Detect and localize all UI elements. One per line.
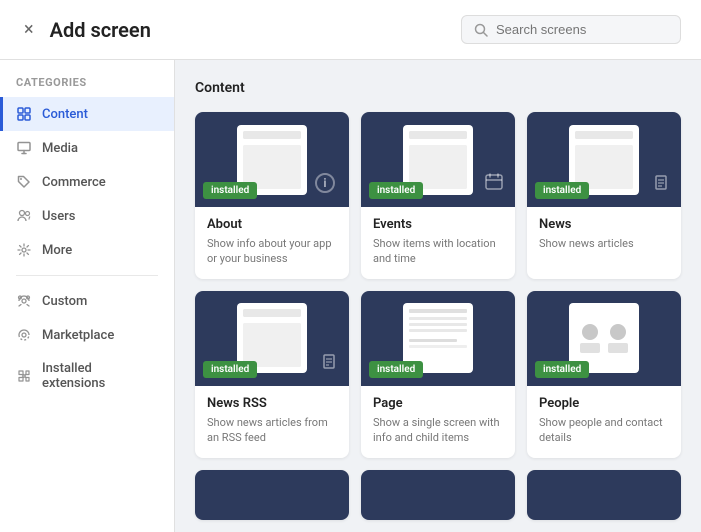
card-about[interactable]: i Installed About Show info about your a…: [195, 112, 349, 279]
card-news-rss-desc: Show news articles from an RSS feed: [207, 415, 337, 446]
sidebar-item-media-label: Media: [42, 141, 78, 156]
sidebar-item-more[interactable]: More: [0, 233, 174, 267]
sidebar-item-content-label: Content: [42, 107, 88, 122]
events-installed-badge: Installed: [369, 182, 423, 199]
users-icon: [16, 208, 32, 224]
card-people[interactable]: Installed People Show people and contact…: [527, 291, 681, 458]
sidebar-item-content[interactable]: Content: [0, 97, 174, 131]
marketplace-icon: [16, 327, 32, 343]
card-events-desc: Show items with location and time: [373, 236, 503, 267]
card-partial-1-preview: [195, 470, 349, 520]
sidebar-item-more-label: More: [42, 243, 72, 258]
news-doc-icon: [653, 175, 669, 195]
monitor-icon: [16, 140, 32, 156]
page-title: Add screen: [50, 18, 449, 42]
layout: Categories Content M: [0, 60, 701, 532]
sidebar-divider: [16, 275, 158, 276]
tag-icon: [16, 174, 32, 190]
card-news-body: News Show news articles: [527, 207, 681, 263]
events-calendar-icon: [485, 173, 503, 195]
sidebar-section-title: Categories: [0, 76, 174, 97]
close-button[interactable]: ×: [20, 17, 38, 43]
card-about-desc: Show info about your app or your busines…: [207, 236, 337, 267]
grid-icon: [16, 106, 32, 122]
card-people-preview: Installed: [527, 291, 681, 386]
search-wrapper: [461, 15, 681, 44]
cards-grid-row3-partial: [195, 470, 681, 520]
card-page-desc: Show a single screen with info and child…: [373, 415, 503, 446]
card-news-rss-title: News RSS: [207, 396, 337, 411]
card-news-rss[interactable]: Installed News RSS Show news articles fr…: [195, 291, 349, 458]
card-news-rss-preview: Installed: [195, 291, 349, 386]
sidebar-item-users[interactable]: Users: [0, 199, 174, 233]
sidebar-item-installed-extensions-label: Installed extensions: [42, 361, 158, 391]
sidebar-item-commerce[interactable]: Commerce: [0, 165, 174, 199]
news-rss-installed-badge: Installed: [203, 361, 257, 378]
card-events-body: Events Show items with location and time: [361, 207, 515, 279]
news-installed-badge: Installed: [535, 182, 589, 199]
card-about-preview: i Installed: [195, 112, 349, 207]
card-page-title: Page: [373, 396, 503, 411]
card-people-title: People: [539, 396, 669, 411]
sidebar-item-users-label: Users: [42, 209, 75, 224]
sidebar-item-installed-extensions[interactable]: Installed extensions: [0, 352, 174, 400]
main-content: Content i Installed About Show info: [175, 60, 701, 532]
header: × Add screen: [0, 0, 701, 60]
sidebar-item-custom-label: Custom: [42, 294, 87, 309]
custom-icon: [16, 293, 32, 309]
sidebar: Categories Content M: [0, 60, 175, 532]
card-about-title: About: [207, 217, 337, 232]
card-news-desc: Show news articles: [539, 236, 669, 251]
people-installed-badge: Installed: [535, 361, 589, 378]
sidebar-item-commerce-label: Commerce: [42, 175, 106, 190]
search-input[interactable]: [496, 22, 668, 37]
card-news-preview: Installed: [527, 112, 681, 207]
about-info-icon: i: [315, 173, 335, 193]
about-installed-badge: Installed: [203, 182, 257, 199]
sidebar-item-media[interactable]: Media: [0, 131, 174, 165]
cards-grid-row2: Installed News RSS Show news articles fr…: [195, 291, 681, 458]
news-rss-doc-icon: [321, 354, 337, 374]
sidebar-item-marketplace[interactable]: Marketplace: [0, 318, 174, 352]
card-people-body: People Show people and contact details: [527, 386, 681, 458]
card-page-preview: Installed: [361, 291, 515, 386]
card-people-desc: Show people and contact details: [539, 415, 669, 446]
card-events[interactable]: Installed Events Show items with locatio…: [361, 112, 515, 279]
gear-icon: [16, 242, 32, 258]
card-events-preview: Installed: [361, 112, 515, 207]
card-about-body: About Show info about your app or your b…: [195, 207, 349, 279]
card-partial-3[interactable]: [527, 470, 681, 520]
card-partial-2[interactable]: [361, 470, 515, 520]
card-partial-1[interactable]: [195, 470, 349, 520]
sidebar-item-custom[interactable]: Custom: [0, 284, 174, 318]
card-partial-3-preview: [527, 470, 681, 520]
sidebar-item-marketplace-label: Marketplace: [42, 328, 114, 343]
card-news-title: News: [539, 217, 669, 232]
card-page-body: Page Show a single screen with info and …: [361, 386, 515, 458]
content-section-title: Content: [195, 80, 681, 96]
page-installed-badge: Installed: [369, 361, 423, 378]
puzzle-icon: [16, 368, 32, 384]
card-news[interactable]: Installed News Show news articles: [527, 112, 681, 279]
card-news-rss-body: News RSS Show news articles from an RSS …: [195, 386, 349, 458]
card-page[interactable]: Installed Page Show a single screen with…: [361, 291, 515, 458]
card-events-title: Events: [373, 217, 503, 232]
search-icon: [474, 23, 488, 37]
card-partial-2-preview: [361, 470, 515, 520]
cards-grid-row1: i Installed About Show info about your a…: [195, 112, 681, 279]
